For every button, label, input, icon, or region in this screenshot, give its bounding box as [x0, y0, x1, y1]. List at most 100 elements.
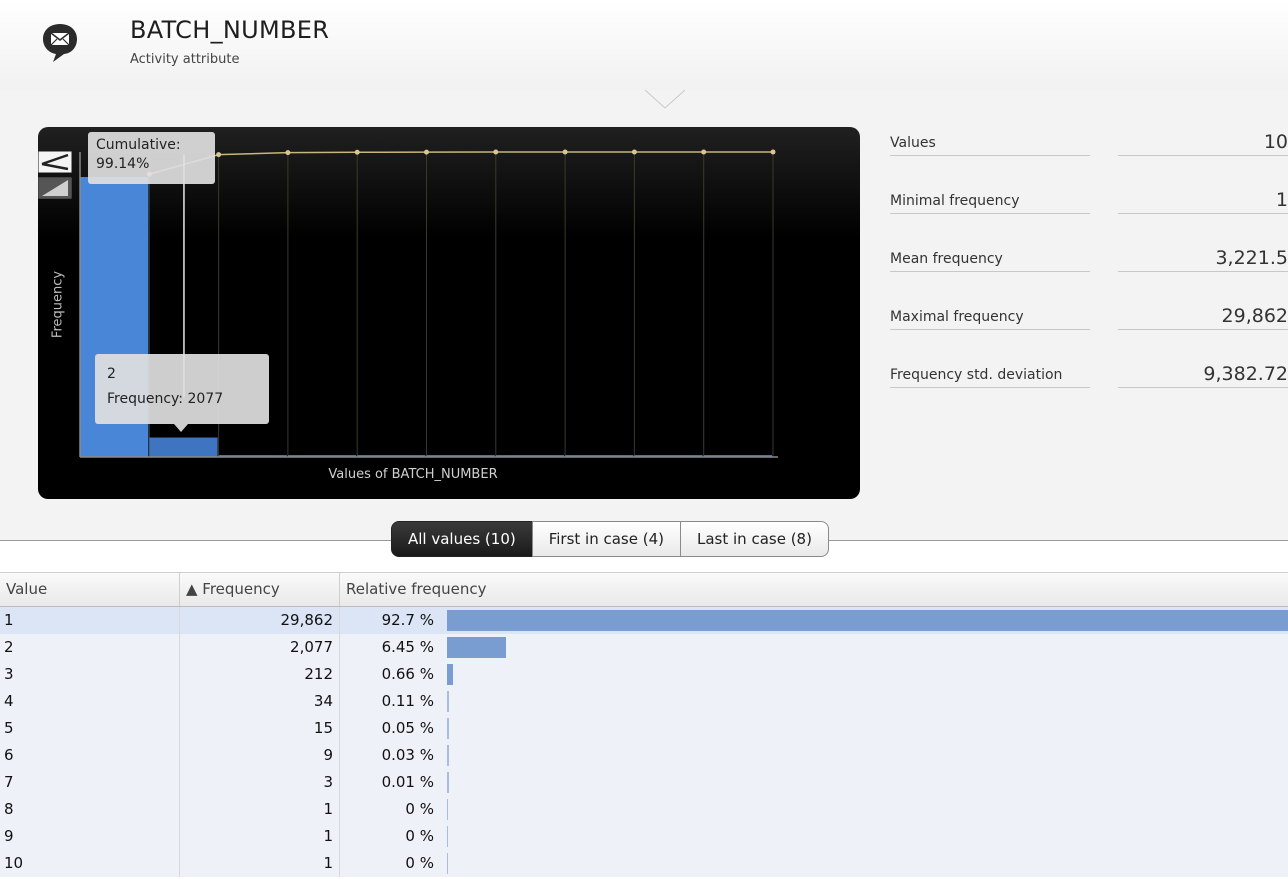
table-row[interactable]: 1 29,862 92.7 % — [0, 607, 1288, 634]
relative-frequency-bar-cell — [447, 718, 1288, 739]
relative-frequency-bar — [447, 853, 448, 874]
cell-value: 10 — [0, 850, 180, 877]
cell-relative-frequency: 0.03 % — [381, 746, 434, 764]
tab-first-in-case[interactable]: First in case (4) — [531, 521, 681, 557]
cumulative-point — [631, 149, 637, 155]
stat-value: 29,862 — [1118, 305, 1288, 330]
relative-frequency-bar — [447, 772, 449, 793]
cell-frequency: 34 — [180, 688, 340, 715]
cumulative-point — [562, 149, 568, 155]
stat-label: Mean frequency — [890, 251, 1090, 272]
table-row[interactable]: 6 9 0.03 % — [0, 742, 1288, 769]
cell-frequency: 1 — [180, 796, 340, 823]
stat-std-deviation: Frequency std. deviation 9,382.72 — [890, 360, 1288, 390]
message-icon — [43, 24, 77, 62]
cell-relative-frequency: 0.01 % — [381, 773, 434, 791]
column-header-relative-frequency[interactable]: Relative frequency — [340, 573, 1288, 606]
scope-tabs: All values (10) First in case (4) Last i… — [391, 521, 829, 557]
cell-relative-frequency: 0.66 % — [381, 665, 434, 683]
chart-xlabel: Values of BATCH_NUMBER — [328, 467, 498, 482]
cumulative-point — [424, 149, 429, 155]
table-row[interactable]: 7 3 0.01 % — [0, 769, 1288, 796]
relative-frequency-bar — [447, 745, 449, 766]
relative-frequency-bar-cell — [447, 637, 1288, 658]
cell-frequency: 15 — [180, 715, 340, 742]
relative-frequency-bar-cell — [447, 772, 1288, 793]
table-header: Value ▲ Frequency Relative frequency — [0, 572, 1288, 607]
stat-minimal-frequency: Minimal frequency 1 — [890, 186, 1288, 216]
cumulative-curve-icon[interactable] — [38, 151, 72, 173]
stat-values: Values 10 — [890, 128, 1288, 158]
cell-relative-frequency: 0.11 % — [381, 692, 434, 710]
stat-value: 1 — [1118, 189, 1288, 214]
cell-relative-frequency: 0 % — [405, 854, 434, 872]
cell-value: 6 — [0, 742, 180, 769]
relative-frequency-bar — [447, 799, 448, 820]
table-row[interactable]: 5 15 0.05 % — [0, 715, 1288, 742]
frequency-chart: Frequency Values of BATCH_NUMBER Cumulat… — [38, 127, 860, 499]
cell-frequency: 3 — [180, 769, 340, 796]
cell-value: 8 — [0, 796, 180, 823]
cell-relative-frequency: 0 % — [405, 827, 434, 845]
relative-frequency-bar — [447, 718, 449, 739]
relative-frequency-bar-cell — [447, 826, 1288, 847]
table-row[interactable]: 4 34 0.11 % — [0, 688, 1288, 715]
relative-frequency-bar — [447, 637, 506, 658]
table-row[interactable]: 81 0 % — [0, 796, 1288, 823]
bar-tooltip-pointer — [174, 424, 188, 432]
cell-frequency: 212 — [180, 661, 340, 688]
bar-tooltip: 2 Frequency: 2077 — [95, 354, 269, 424]
relative-frequency-bar — [447, 664, 453, 685]
cell-value: 7 — [0, 769, 180, 796]
page-title: BATCH_NUMBER — [130, 16, 330, 44]
cell-relative-frequency: 0.05 % — [381, 719, 434, 737]
table-row[interactable]: 10 1 0 % — [0, 850, 1288, 877]
relative-frequency-bar-cell — [447, 799, 1288, 820]
table-row[interactable]: 2 2,077 6.45 % — [0, 634, 1288, 661]
stat-maximal-frequency: Maximal frequency 29,862 — [890, 302, 1288, 332]
tab-all-values[interactable]: All values (10) — [391, 521, 533, 557]
cumulative-point — [493, 149, 499, 155]
bar-tooltip-value: 2 — [107, 366, 116, 382]
tab-last-in-case[interactable]: Last in case (8) — [680, 521, 829, 557]
cell-relative-frequency: 6.45 % — [381, 638, 434, 656]
cell-frequency: 2,077 — [180, 634, 340, 661]
cell-frequency: 1 — [180, 850, 340, 877]
cumulative-tooltip-value: 99.14% — [96, 156, 150, 172]
cell-frequency: 1 — [180, 823, 340, 850]
histogram-bar — [149, 437, 218, 457]
cell-relative-frequency: 0 % — [405, 800, 434, 818]
bar-tooltip-frequency: Frequency: 2077 — [107, 391, 224, 407]
cumulative-point — [354, 149, 360, 155]
relative-frequency-bar-cell — [447, 691, 1288, 712]
stat-value: 3,221.5 — [1118, 247, 1288, 272]
column-header-value[interactable]: Value — [0, 573, 180, 606]
stat-label: Frequency std. deviation — [890, 367, 1090, 388]
relative-frequency-bar-cell — [447, 664, 1288, 685]
header-notch — [645, 88, 685, 109]
table-row[interactable]: 3 212 0.66 % — [0, 661, 1288, 688]
relative-frequency-bar — [447, 691, 449, 712]
cell-relative-frequency: 92.7 % — [381, 611, 434, 629]
chart-ylabel: Frequency — [50, 270, 66, 339]
cumulative-point — [770, 149, 776, 155]
cell-frequency: 29,862 — [180, 607, 340, 634]
cumulative-point — [285, 150, 291, 156]
cumulative-point — [216, 152, 222, 158]
relative-frequency-bar-cell — [447, 745, 1288, 766]
cell-value: 2 — [0, 634, 180, 661]
header-bar: BATCH_NUMBER Activity attribute — [0, 0, 1288, 91]
relative-frequency-bar — [447, 610, 1288, 631]
stat-value: 10 — [1118, 131, 1288, 156]
cell-value: 5 — [0, 715, 180, 742]
cumulative-line — [149, 151, 773, 175]
cumulative-tooltip: Cumulative: 99.14% — [88, 132, 215, 184]
relative-frequency-bar-cell — [447, 610, 1288, 631]
cumulative-point — [701, 149, 707, 155]
relative-frequency-bar — [447, 826, 448, 847]
distribution-ramp-icon[interactable] — [38, 177, 72, 199]
cell-value: 4 — [0, 688, 180, 715]
column-header-frequency[interactable]: ▲ Frequency — [180, 573, 340, 606]
table-row[interactable]: 91 0 % — [0, 823, 1288, 850]
page-subtitle: Activity attribute — [130, 52, 240, 67]
